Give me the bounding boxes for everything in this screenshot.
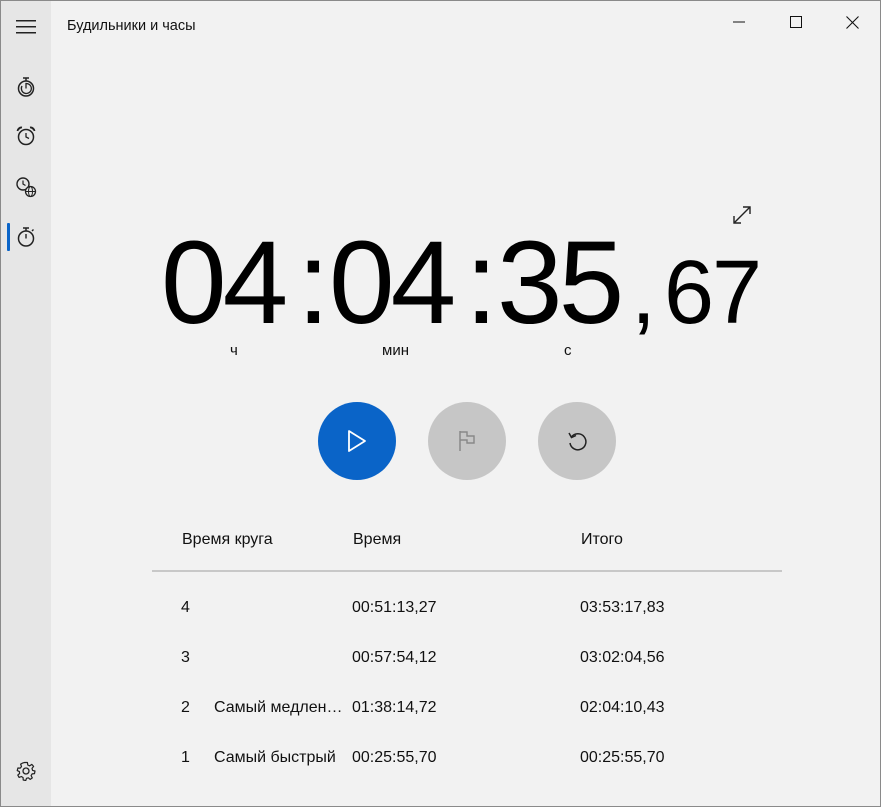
lap-total: 00:25:55,70 [580,749,665,766]
seconds-label: с [564,342,572,359]
app-window: Будильники и часы 04 : 04 : 35 , 67 ч ми [0,0,881,807]
seconds-value: 35 [497,217,624,349]
table-row: 4 00:51:13,27 03:53:17,83 [1,599,880,629]
lap-time: 00:51:13,27 [352,599,437,616]
time-separator: : [297,217,330,349]
time-separator: : [465,217,498,349]
lap-time: 00:25:55,70 [352,749,437,766]
header-time: Время [353,531,402,548]
lap-label: Самый медлен… [214,699,343,716]
minimize-icon [732,21,745,23]
play-icon [348,430,366,452]
lap-number: 4 [181,599,190,616]
maximize-icon [789,16,802,28]
lap-total: 03:53:17,83 [580,599,665,616]
table-row: 1 Самый быстрый 00:25:55,70 00:25:55,70 [1,749,880,779]
close-icon [846,15,859,29]
sidebar-item-stopwatch[interactable] [1,215,51,259]
lap-total: 03:02:04,56 [580,649,665,666]
table-divider [152,570,782,572]
sidebar-item-alarm[interactable] [1,114,51,158]
hours-value: 04 [161,217,288,349]
flag-icon [459,431,475,451]
reset-button[interactable] [538,402,616,480]
lap-total: 02:04:10,43 [580,699,665,716]
sidebar-item-timer[interactable] [1,65,51,109]
lap-time: 00:57:54,12 [352,649,437,666]
decimal-separator: , [631,243,656,343]
reset-icon [568,432,587,451]
expand-icon [733,206,751,224]
header-total: Итого [581,531,623,548]
lap-time: 01:38:14,72 [352,699,437,716]
app-title: Будильники и часы [67,18,196,34]
hours-label: ч [230,342,238,359]
lap-label: Самый быстрый [214,749,336,766]
start-button[interactable] [318,402,396,480]
world-clock-icon [16,177,37,198]
minimize-button[interactable] [710,1,767,43]
table-row: 3 00:57:54,12 03:02:04,56 [1,649,880,679]
hamburger-menu-icon [16,20,36,34]
lap-number: 2 [181,699,190,716]
timer-icon [17,77,35,97]
alarm-clock-icon [16,126,36,146]
hamburger-menu-button[interactable] [1,5,51,49]
lap-button[interactable] [428,402,506,480]
header-lap-time: Время круга [182,531,273,548]
sidebar-item-world-clock[interactable] [1,165,51,209]
lap-number: 3 [181,649,190,666]
stopwatch-icon [17,227,35,247]
close-button[interactable] [824,1,880,43]
minutes-label: мин [382,342,409,359]
lap-number: 1 [181,749,190,766]
minutes-value: 04 [329,217,456,349]
maximize-button[interactable] [767,1,824,43]
table-row: 2 Самый медлен… 01:38:14,72 02:04:10,43 [1,699,880,729]
sidebar [1,1,51,806]
hundredths-value: 67 [664,243,762,343]
